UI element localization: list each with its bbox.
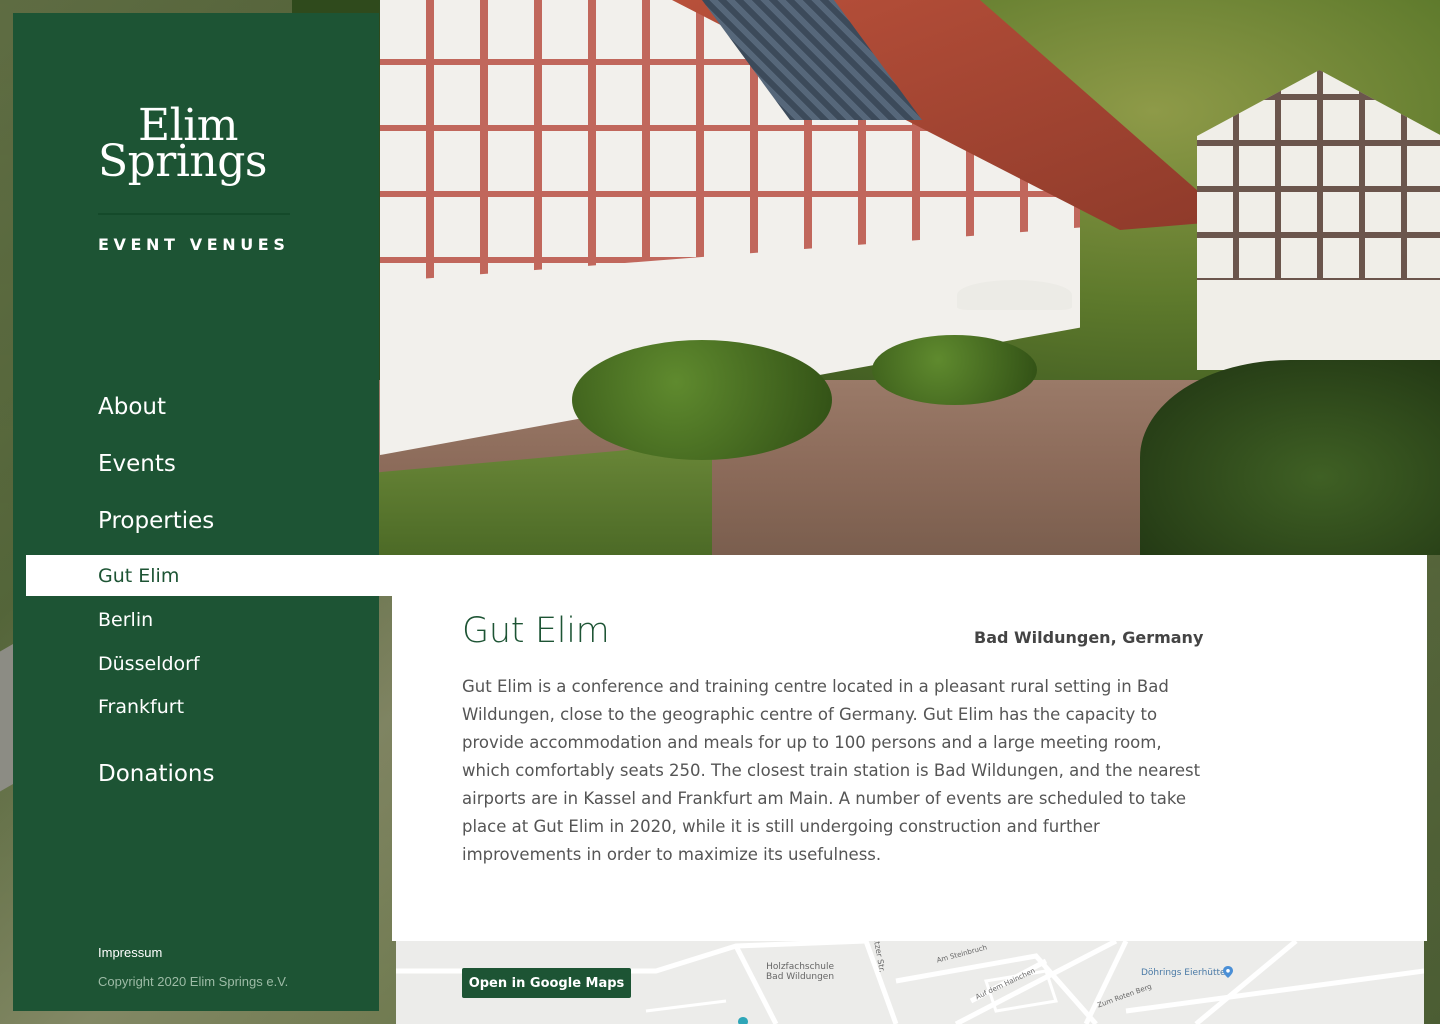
- map[interactable]: Holzfachschule Bad Wildungen Am Steinbru…: [396, 941, 1424, 1024]
- nav-frankfurt[interactable]: Frankfurt: [98, 696, 184, 718]
- logo-tagline: EVENT VENUES: [98, 235, 290, 254]
- map-pin-icon-2[interactable]: [738, 1017, 748, 1024]
- venue-title: Gut Elim: [462, 611, 610, 651]
- logo[interactable]: Elim Springs: [98, 104, 298, 187]
- map-pin-icon[interactable]: [1223, 966, 1233, 978]
- nav-events[interactable]: Events: [98, 451, 176, 477]
- venue-description: Gut Elim is a conference and training ce…: [462, 677, 1201, 864]
- impressum-link[interactable]: Impressum: [98, 945, 162, 960]
- hero-image: [292, 0, 1440, 555]
- venue-location: Bad Wildungen, Germany: [974, 628, 1204, 647]
- nav-duesseldorf[interactable]: Düsseldorf: [98, 653, 200, 675]
- nav-properties[interactable]: Properties: [98, 508, 214, 534]
- venue-panel: Gut Elim Bad Wildungen, Germany Gut Elim…: [392, 555, 1427, 941]
- nav-about[interactable]: About: [98, 394, 166, 420]
- nav-gut-elim-label: Gut Elim: [98, 565, 180, 587]
- copyright-text: Copyright 2020 Elim Springs e.V.: [98, 974, 289, 989]
- nav-donations[interactable]: Donations: [98, 761, 215, 787]
- logo-line-2: Springs: [98, 136, 268, 187]
- nav-gut-elim-active[interactable]: Gut Elim: [26, 555, 392, 596]
- logo-divider: [98, 213, 290, 215]
- map-label-poi: Döhrings Eierhütte: [1141, 968, 1226, 978]
- nav-berlin[interactable]: Berlin: [98, 609, 153, 631]
- sidebar: Elim Springs EVENT VENUES About Events P…: [13, 13, 379, 1011]
- open-google-maps-button[interactable]: Open in Google Maps: [462, 968, 631, 998]
- map-label-school: Holzfachschule Bad Wildungen: [766, 962, 835, 982]
